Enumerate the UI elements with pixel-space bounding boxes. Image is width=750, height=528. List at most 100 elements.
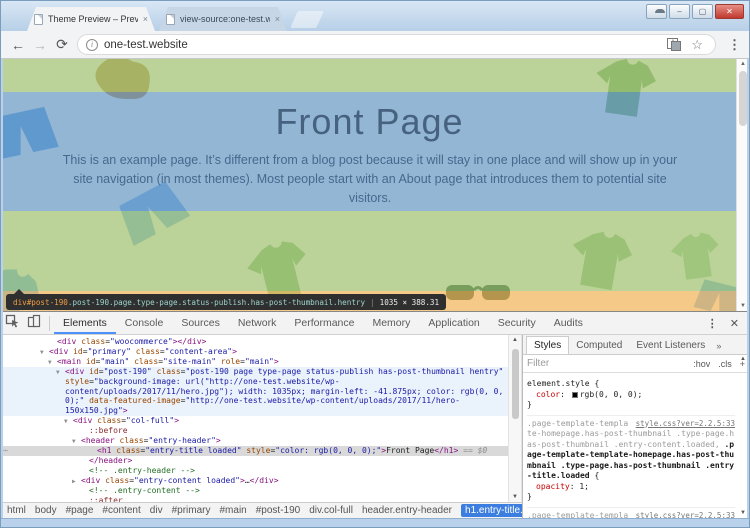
devtools-tab-audits[interactable]: Audits (545, 313, 592, 334)
more-actions-icon[interactable]: ⋯ (3, 446, 8, 456)
inspect-element-icon[interactable] (1, 314, 23, 333)
code-token: style (246, 446, 270, 455)
code-token: id (73, 347, 83, 356)
breadcrumb-item[interactable]: #primary (172, 505, 211, 516)
devtools-menu-icon[interactable]: ⋮ (707, 317, 718, 330)
css-property[interactable]: color: rgb(0, 0, 0); (527, 390, 735, 401)
browser-tab-active[interactable]: Theme Preview – Previe × (27, 7, 155, 31)
code-token: class (81, 337, 105, 346)
css-rule[interactable]: style.css?ver=2.2.5:33.page-template-tem… (527, 508, 735, 519)
devtools-tab-memory[interactable]: Memory (363, 313, 419, 334)
breadcrumb-item[interactable]: header.entry-header (362, 505, 452, 516)
scroll-down-icon[interactable]: ▼ (509, 494, 521, 500)
devtools-tab-application[interactable]: Application (419, 313, 488, 334)
code-token: "entry-content loaded" (134, 476, 240, 485)
maximize-button[interactable]: ▢ (692, 4, 713, 19)
dom-tree-row[interactable]: ::before (1, 426, 508, 436)
devtools-tab-elements[interactable]: Elements (54, 313, 116, 334)
devtools-tab-sources[interactable]: Sources (172, 313, 229, 334)
sidebar-tabs-overflow-icon[interactable]: » (712, 338, 725, 354)
dom-tree-row[interactable]: ▼<header class="entry-header"> (1, 436, 508, 446)
css-rule[interactable]: element.style {color: rgb(0, 0, 0);} (527, 376, 735, 416)
css-selector: element.style (527, 379, 590, 388)
dom-tree-row[interactable]: ▶<div class="entry-content loaded">…</di… (1, 476, 508, 486)
breadcrumb-item[interactable]: div.col-full (309, 505, 353, 516)
sidebar-tab-event-listeners[interactable]: Event Listeners (629, 337, 712, 354)
code-token: class (105, 476, 129, 485)
code-token: "color: rgb(0, 0, 0);" (275, 446, 381, 455)
elements-scrollbar[interactable]: ▲ ▼ (508, 335, 522, 502)
dom-tree-row[interactable]: ▼<main id="main" class="site-main" role=… (1, 357, 508, 367)
color-swatch[interactable] (572, 392, 578, 398)
device-toolbar-icon[interactable] (23, 314, 45, 333)
scroll-up-icon[interactable]: ▲ (509, 337, 521, 343)
breadcrumb-item[interactable]: h1.entry-title.loaded (461, 504, 522, 517)
css-property-name: opacity (536, 482, 570, 491)
tab-title: Theme Preview – Previe (48, 14, 138, 24)
breadcrumb-item[interactable]: html (7, 505, 26, 516)
css-property[interactable]: opacity: 1; (527, 482, 735, 493)
css-rule[interactable]: style.css?ver=2.2.5:33.page-template-tem… (527, 416, 735, 508)
highlight-margin-band (1, 211, 738, 291)
devtools-tab-performance[interactable]: Performance (285, 313, 363, 334)
css-property-name: color (536, 390, 560, 399)
minimize-button[interactable]: – (669, 4, 690, 19)
new-tab-button[interactable] (290, 11, 324, 28)
breadcrumb-item[interactable]: #main (219, 505, 246, 516)
code-token: "content-area" (165, 347, 232, 356)
code-token: "main" (245, 357, 274, 366)
toggle-hover-button[interactable]: :hov (693, 359, 710, 369)
code-token: == $0 (458, 446, 487, 455)
dom-tree-row[interactable]: <!-- .entry-content --> (1, 486, 508, 496)
code-token: class (97, 416, 121, 425)
dom-tree-row[interactable]: ▼<div id="post-190" class="post-190 page… (1, 367, 508, 417)
stylesheet-link[interactable]: style.css?ver=2.2.5:33 (636, 419, 735, 430)
profile-button[interactable] (646, 4, 667, 19)
sidebar-tab-computed[interactable]: Computed (569, 337, 629, 354)
scroll-thumb[interactable] (739, 71, 747, 126)
dom-tree-row[interactable]: ▼<div id="primary" class="content-area"> (1, 347, 508, 357)
close-window-button[interactable]: ✕ (715, 4, 744, 19)
devtools-close-icon[interactable]: ✕ (730, 317, 739, 330)
back-icon[interactable]: ← (7, 37, 29, 53)
code-token: <div (81, 476, 105, 485)
styles-filter-row: Filter :hov .cls + (523, 355, 749, 373)
devtools-tab-security[interactable]: Security (489, 313, 545, 334)
dom-tree-row[interactable]: <div class="woocommerce"></div> (1, 337, 508, 347)
page-favicon-icon (166, 14, 175, 25)
reload-icon[interactable]: ⟳ (51, 36, 73, 53)
browser-tab-inactive[interactable]: view-source:one-test.we × (159, 7, 287, 31)
translate-icon[interactable] (667, 38, 681, 51)
forward-icon[interactable]: → (29, 37, 51, 53)
devtools-tab-console[interactable]: Console (116, 313, 173, 334)
breadcrumb-item[interactable]: div (150, 505, 163, 516)
stylesheet-link[interactable]: style.css?ver=2.2.5:33 (636, 511, 735, 519)
chrome-menu-icon[interactable]: ⋮ (728, 37, 741, 53)
highlight-margin-band (1, 59, 738, 92)
breadcrumb-item[interactable]: #content (102, 505, 140, 516)
breadcrumb-item[interactable]: #post-190 (256, 505, 300, 516)
devtools-tab-network[interactable]: Network (229, 313, 286, 334)
dom-tree: <div class="woocommerce"></div>▼<div id=… (1, 335, 508, 502)
dom-tree-row[interactable]: <!-- .entry-header --> (1, 466, 508, 476)
url-bar[interactable]: i one-test.website ☆ (77, 34, 716, 55)
sidebar-tabs: StylesComputedEvent Listeners» (523, 335, 749, 355)
toggle-class-button[interactable]: .cls (718, 359, 732, 369)
dom-tree-row[interactable]: ▼<div class="col-full"> (1, 416, 508, 426)
code-token: role (221, 357, 240, 366)
tab-close-icon[interactable]: × (275, 15, 280, 24)
scroll-thumb[interactable] (512, 349, 519, 419)
sidebar-tab-styles[interactable]: Styles (526, 336, 569, 354)
dom-tree-row[interactable]: </header> (1, 456, 508, 466)
dom-tree-row[interactable]: ⋯<h1 class="entry-title loaded" style="c… (1, 446, 508, 456)
breadcrumb-item[interactable]: #page (66, 505, 94, 516)
tab-close-icon[interactable]: × (143, 15, 148, 24)
page-info-icon[interactable]: i (86, 39, 98, 51)
bookmark-star-icon[interactable]: ☆ (691, 37, 703, 53)
collapse-arrow-icon[interactable]: ▼ (56, 368, 60, 378)
window-frame (1, 59, 3, 519)
code-token: <main (57, 357, 86, 366)
breadcrumb-item[interactable]: body (35, 505, 57, 516)
url-text[interactable]: one-test.website (104, 39, 661, 51)
filter-input[interactable]: Filter (527, 358, 685, 369)
